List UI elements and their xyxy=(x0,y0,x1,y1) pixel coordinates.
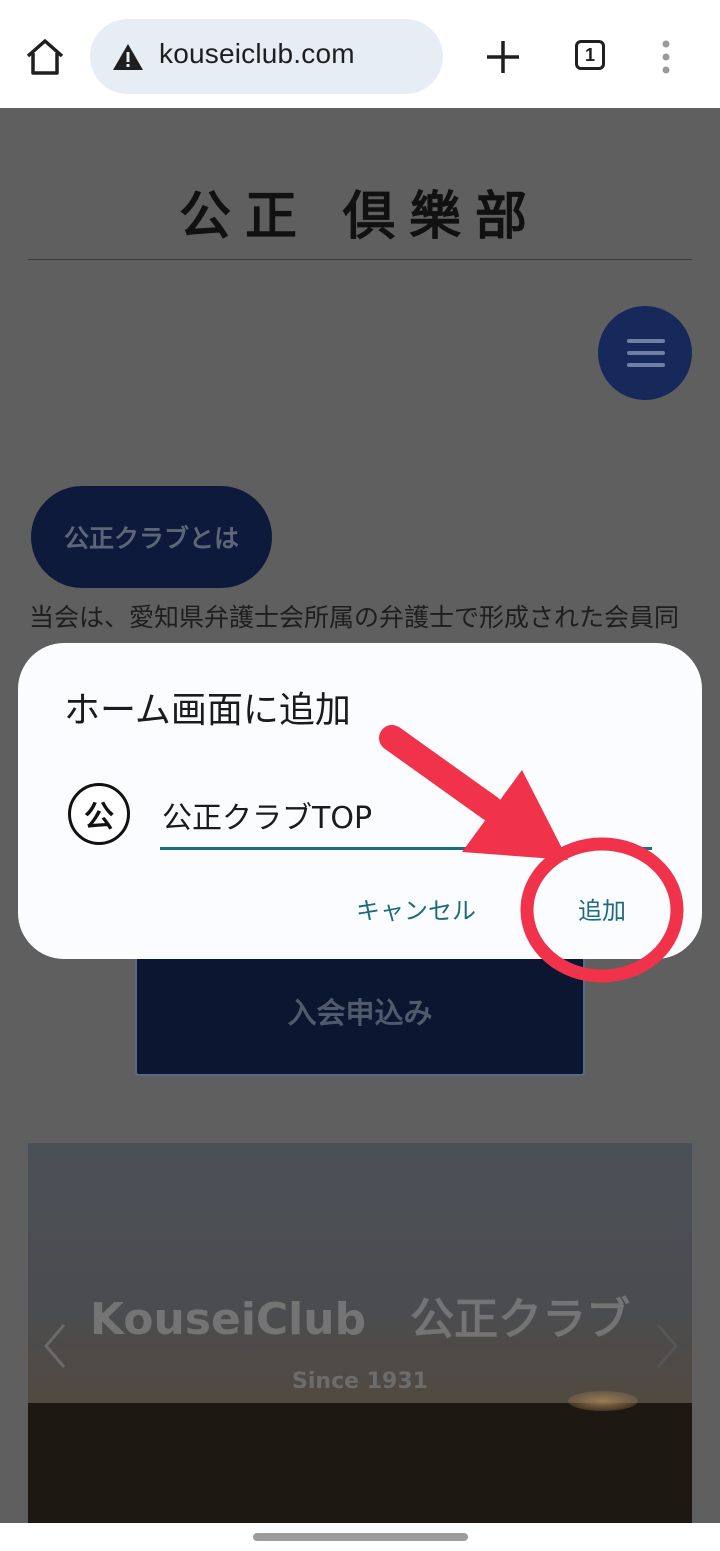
chevron-left-icon[interactable] xyxy=(40,1321,70,1371)
chevron-right-icon[interactable] xyxy=(652,1321,682,1371)
about-button[interactable]: 公正クラブとは xyxy=(31,486,272,588)
add-to-home-dialog: ホーム画面に追加 公 キャンセル 追加 xyxy=(18,643,702,959)
hero-sun xyxy=(568,1391,638,1411)
shortcut-name-input[interactable] xyxy=(160,789,652,850)
hero-title: KouseiClub 公正クラブ xyxy=(89,1294,631,1345)
site-logo-title[interactable]: 公正 倶樂部 xyxy=(0,174,720,249)
url-text: kouseiclub.com xyxy=(159,38,355,69)
add-button[interactable]: 追加 xyxy=(578,891,626,926)
join-button[interactable]: 入会申込み xyxy=(135,946,585,1076)
browser-toolbar: kouseiclub.com 1 xyxy=(0,0,720,108)
hero-carousel: KouseiClub 公正クラブ Since 1931 xyxy=(28,1143,692,1523)
site-icon: 公 xyxy=(68,783,130,845)
warning-icon[interactable] xyxy=(112,43,144,71)
system-nav-bar xyxy=(0,1523,720,1551)
address-bar[interactable]: kouseiclub.com xyxy=(90,19,443,94)
more-vert-icon[interactable] xyxy=(656,38,676,78)
hamburger-icon[interactable] xyxy=(598,306,692,400)
divider xyxy=(28,259,692,260)
plus-icon[interactable] xyxy=(483,37,523,77)
cancel-button[interactable]: キャンセル xyxy=(356,891,476,926)
hero-subtitle: Since 1931 xyxy=(292,1369,428,1394)
tabs-icon[interactable]: 1 xyxy=(575,40,605,70)
dialog-title: ホーム画面に追加 xyxy=(64,690,351,731)
hero-land xyxy=(28,1403,692,1523)
home-icon[interactable] xyxy=(22,34,68,80)
home-gesture-handle[interactable] xyxy=(253,1533,468,1541)
intro-text: 当会は、愛知県弁護士会所属の弁護士で形成された会員同 xyxy=(29,603,680,632)
